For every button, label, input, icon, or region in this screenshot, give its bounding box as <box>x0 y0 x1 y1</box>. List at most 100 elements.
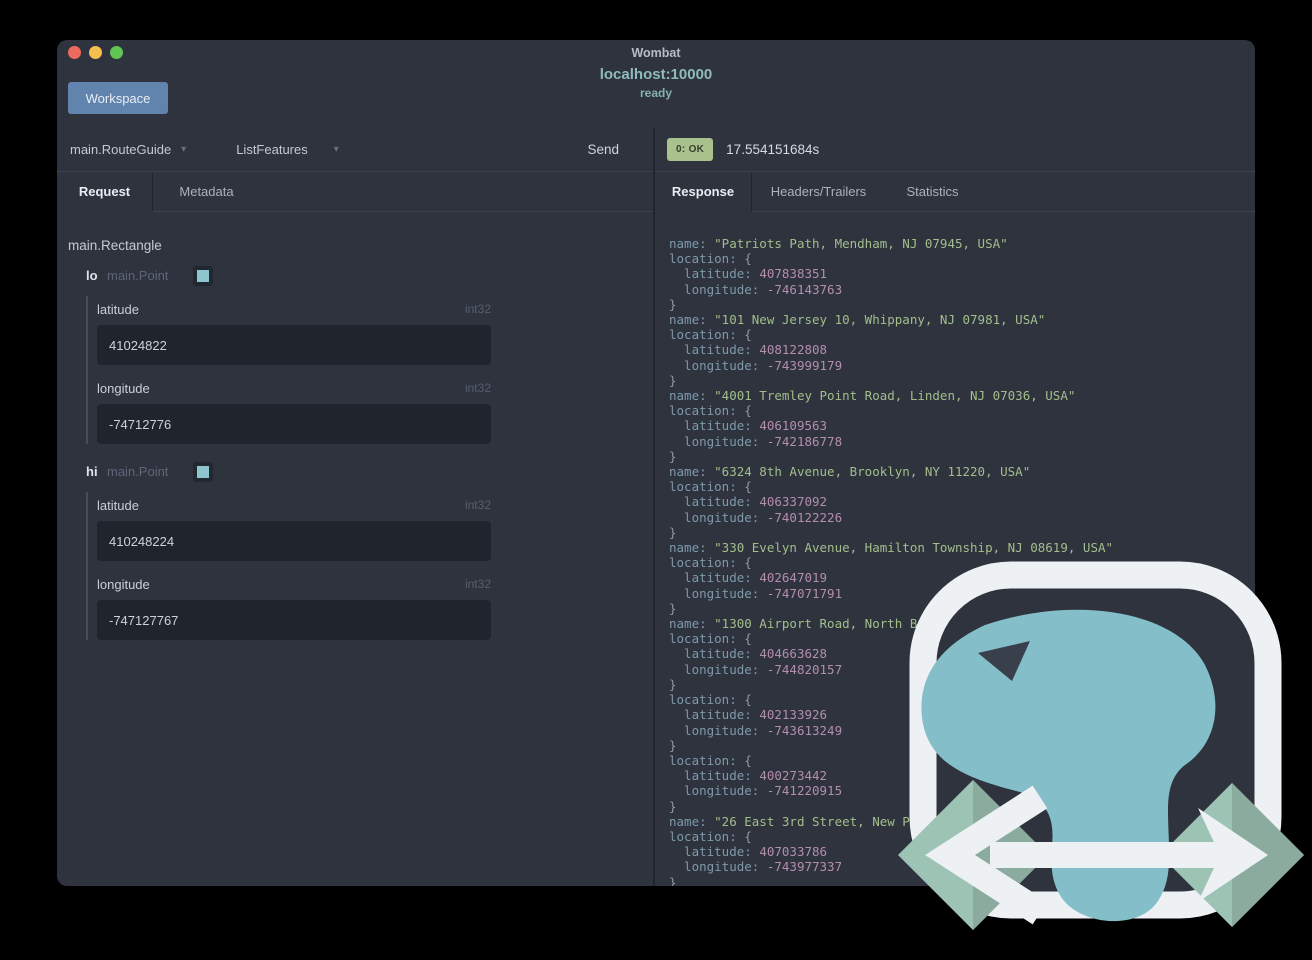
response-line: name: "26 East 3rd Street, New Providenc… <box>669 813 1098 829</box>
checkbox-hi[interactable] <box>193 462 213 482</box>
method-select[interactable]: ListFeatures ▾ <box>236 142 339 157</box>
host-block: localhost:10000 ready <box>57 66 1255 100</box>
response-line: } <box>669 296 677 312</box>
chevron-down-icon: ▾ <box>181 144 187 155</box>
response-line: location: { <box>669 555 752 571</box>
response-line: location: { <box>669 403 752 419</box>
response-line: latitude: 406109563 <box>669 418 828 434</box>
response-line: latitude: 402647019 <box>669 570 828 586</box>
response-line: latitude: 402133926 <box>669 707 828 723</box>
field-label: longitude <box>97 577 150 592</box>
response-line: } <box>669 798 677 814</box>
response-line: latitude: 408122808 <box>669 342 828 358</box>
response-output[interactable]: name: "Patriots Path, Mendham, NJ 07945,… <box>655 212 1255 886</box>
group-type-hi: main.Point <box>107 464 169 479</box>
response-line: longitude: -746143763 <box>669 281 843 297</box>
app-header: Workspace localhost:10000 ready <box>57 64 1255 128</box>
connection-status: ready <box>639 86 673 100</box>
response-line: location: { <box>669 828 752 844</box>
response-line: } <box>669 372 677 388</box>
field-label-row: longitude int32 <box>97 577 491 592</box>
response-line: longitude: -740122226 <box>669 509 843 525</box>
response-line: name: "4001 Tremley Point Road, Linden, … <box>669 388 1076 404</box>
response-line: latitude: 406337092 <box>669 494 828 510</box>
lo-longitude-input[interactable] <box>97 404 491 444</box>
response-panel: 0: OK 17.554151684s Response Headers/Tra… <box>655 128 1255 886</box>
response-line: longitude: -747071791 <box>669 585 843 601</box>
response-line: } <box>669 448 677 464</box>
response-line: latitude: 407838351 <box>669 266 828 282</box>
tab-request[interactable]: Request <box>57 172 153 212</box>
main-split: main.RouteGuide ▾ ListFeatures ▾ Send Re… <box>57 128 1255 886</box>
group-name-lo: lo <box>86 268 98 283</box>
indent-guide <box>86 296 88 444</box>
checkbox-lo[interactable] <box>193 266 213 286</box>
zoom-button[interactable] <box>110 46 123 59</box>
response-tabs: Response Headers/Trailers Statistics <box>655 172 1255 212</box>
message-type-label: main.Rectangle <box>68 238 162 253</box>
titlebar: Wombat <box>57 40 1255 64</box>
minimize-button[interactable] <box>89 46 102 59</box>
response-line: longitude: -743613249 <box>669 722 843 738</box>
traffic-lights <box>68 46 123 59</box>
response-line: latitude: 404663628 <box>669 646 828 662</box>
field-type: int32 <box>464 577 491 591</box>
field-label: latitude <box>97 498 139 513</box>
screen: Wombat Workspace localhost:10000 ready m… <box>0 0 1312 960</box>
chevron-down-icon: ▾ <box>333 144 339 155</box>
hi-latitude-input[interactable] <box>97 521 491 561</box>
group-type-lo: main.Point <box>107 268 169 283</box>
field-label: latitude <box>97 302 139 317</box>
response-line: location: { <box>669 692 752 708</box>
request-panel: main.RouteGuide ▾ ListFeatures ▾ Send Re… <box>57 128 655 886</box>
field-type: int32 <box>464 302 491 316</box>
response-line: latitude: 400273442 <box>669 768 828 784</box>
tab-response[interactable]: Response <box>655 172 752 212</box>
response-line: } <box>669 676 677 692</box>
field-label-row: latitude int32 <box>97 498 491 513</box>
tab-metadata[interactable]: Metadata <box>153 172 260 212</box>
field-label: longitude <box>97 381 150 396</box>
field-type: int32 <box>464 381 491 395</box>
response-line: name: "101 New Jersey 10, Whippany, NJ 0… <box>669 312 1046 328</box>
tabbar-filler <box>260 172 653 212</box>
lo-latitude-input[interactable] <box>97 325 491 365</box>
close-button[interactable] <box>68 46 81 59</box>
indent-guide <box>86 492 88 640</box>
tabbar-filler <box>980 172 1255 212</box>
hi-longitude-input[interactable] <box>97 600 491 640</box>
response-line: name: "6324 8th Avenue, Brooklyn, NY 112… <box>669 464 1031 480</box>
group-name-hi: hi <box>86 464 98 479</box>
response-line: longitude: -742186778 <box>669 433 843 449</box>
response-line: latitude: 407033786 <box>669 844 828 860</box>
response-line: location: { <box>669 251 752 267</box>
response-line: location: { <box>669 752 752 768</box>
status-badge: 0: OK <box>667 138 714 161</box>
response-line: location: { <box>669 631 752 647</box>
response-line: name: "1300 Airport Road, North Brunswic… <box>669 616 1166 632</box>
checkbox-check-icon <box>197 466 209 478</box>
tab-statistics[interactable]: Statistics <box>885 172 980 212</box>
response-line: location: { <box>669 327 752 343</box>
response-line: longitude: -743999179 <box>669 357 843 373</box>
window-title: Wombat <box>631 46 681 60</box>
response-line: location: { <box>669 479 752 495</box>
service-select-label: main.RouteGuide <box>70 142 172 157</box>
field-label-row: latitude int32 <box>97 302 491 317</box>
duration-label: 17.554151684s <box>726 142 820 157</box>
method-select-label: ListFeatures <box>236 142 308 157</box>
response-line: name: "Patriots Path, Mendham, NJ 07945,… <box>669 236 1008 251</box>
tab-headers-trailers[interactable]: Headers/Trailers <box>752 172 885 212</box>
checkbox-check-icon <box>197 270 209 282</box>
request-form: main.Rectangle lo main.Point latitude in… <box>57 212 653 886</box>
response-line: longitude: -743977337 <box>669 859 843 875</box>
service-select[interactable]: main.RouteGuide ▾ <box>70 142 186 157</box>
host-address: localhost:10000 <box>599 66 713 83</box>
field-label-row: longitude int32 <box>97 381 491 396</box>
response-line: } <box>669 524 677 540</box>
send-button[interactable]: Send <box>587 142 619 157</box>
response-line: longitude: -744820157 <box>669 661 843 677</box>
response-line: } <box>669 874 677 886</box>
response-status-row: 0: OK 17.554151684s <box>655 128 1255 172</box>
field-type: int32 <box>464 498 491 512</box>
